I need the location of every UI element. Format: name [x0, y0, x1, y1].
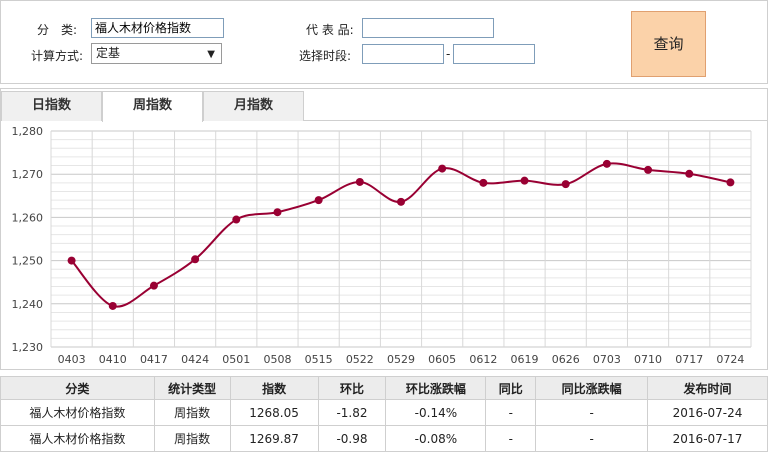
x-tick-label: 0417: [140, 353, 168, 366]
data-point: [232, 215, 241, 224]
cell-release-date: 2016-07-24: [647, 399, 768, 426]
cell-category: 福人木材价格指数: [0, 399, 155, 426]
cell-yoy: -: [485, 399, 537, 426]
data-point: [438, 164, 447, 173]
data-point: [314, 196, 323, 205]
calc-method-value: 定基: [96, 46, 121, 60]
query-button[interactable]: 查询: [631, 11, 706, 77]
table-row: 福人木材价格指数 周指数 1269.87 -0.98 -0.08% - - 20…: [0, 425, 768, 452]
cell-category: 福人木材价格指数: [0, 425, 155, 452]
cell-index: 1268.05: [229, 399, 319, 426]
index-line-chart: 1,230 1,240 1,250 1,260 1,270 1,280 0403 0410 04…: [12, 125, 752, 366]
data-point: [479, 178, 488, 187]
x-tick-label: 0626: [552, 353, 580, 366]
period-label: 选择时段:: [299, 49, 352, 63]
x-tick-label: 0710: [634, 353, 662, 366]
period-tabs: 日指数 周指数 月指数: [1, 89, 767, 122]
filter-panel: 分 类: 福人木材价格指数 计算方式: 定基 ▼ 代 表 品: 选择时段: - …: [0, 0, 768, 84]
data-point: [602, 159, 611, 168]
cell-mom: -0.98: [317, 425, 387, 452]
y-tick-label: 1,240: [12, 298, 44, 311]
header-index: 指数: [229, 376, 319, 400]
chevron-down-icon: ▼: [207, 49, 215, 60]
y-tick-label: 1,260: [12, 211, 44, 224]
x-tick-label: 0522: [346, 353, 374, 366]
period-end-input[interactable]: [453, 44, 535, 64]
cell-mom-pct: -0.08%: [385, 425, 487, 452]
x-tick-label: 0529: [387, 353, 415, 366]
index-table: 分类 统计类型 指数 环比 环比涨跌幅 同比 同比涨跌幅 发布时间 福人木材价格…: [0, 376, 768, 452]
cell-yoy-pct: -: [535, 399, 649, 426]
table-row: 福人木材价格指数 周指数 1268.05 -1.82 -0.14% - - 20…: [0, 399, 768, 426]
data-point: [520, 176, 529, 185]
x-tick-label: 0410: [99, 353, 127, 366]
y-tick-label: 1,280: [12, 125, 44, 138]
data-point: [149, 281, 158, 290]
cell-yoy-pct: -: [535, 425, 649, 452]
x-tick-label: 0605: [428, 353, 456, 366]
table-header-row: 分类 统计类型 指数 环比 环比涨跌幅 同比 同比涨跌幅 发布时间: [0, 376, 768, 400]
header-stat-type: 统计类型: [153, 376, 231, 400]
cell-stat-type: 周指数: [153, 425, 231, 452]
data-point: [67, 256, 76, 265]
cell-mom-pct: -0.14%: [385, 399, 487, 426]
x-tick-label: 0403: [58, 353, 86, 366]
cell-index: 1269.87: [229, 425, 319, 452]
category-label: 分 类:: [37, 23, 78, 37]
chart-panel: 日指数 周指数 月指数 1,230 1,240 1,250 1,260 1,270 1,2…: [0, 88, 768, 370]
header-category: 分类: [0, 376, 155, 400]
tab-weekly[interactable]: 周指数: [102, 91, 203, 122]
data-point: [191, 255, 200, 264]
product-label: 代 表 品:: [306, 23, 354, 37]
x-tick-label: 0501: [222, 353, 250, 366]
data-point: [726, 178, 735, 187]
data-point: [561, 180, 570, 189]
header-mom: 环比: [317, 376, 387, 400]
header-yoy: 同比: [485, 376, 537, 400]
x-tick-label: 0515: [305, 353, 333, 366]
x-tick-label: 0619: [511, 353, 539, 366]
x-tick-label: 0612: [469, 353, 497, 366]
cell-stat-type: 周指数: [153, 399, 231, 426]
period-start-input[interactable]: [362, 44, 444, 64]
x-tick-label: 0717: [675, 353, 703, 366]
y-tick-label: 1,230: [12, 341, 44, 354]
data-point: [108, 301, 117, 310]
data-point: [273, 208, 282, 217]
x-tick-label: 0424: [181, 353, 209, 366]
calc-method-select[interactable]: 定基 ▼: [91, 43, 222, 64]
header-mom-pct: 环比涨跌幅: [385, 376, 487, 400]
period-separator: -: [446, 47, 451, 61]
tab-monthly[interactable]: 月指数: [203, 91, 304, 121]
calc-method-label: 计算方式:: [31, 49, 84, 63]
category-input[interactable]: 福人木材价格指数: [91, 18, 224, 38]
x-tick-label: 0703: [593, 353, 621, 366]
cell-mom: -1.82: [317, 399, 387, 426]
header-yoy-pct: 同比涨跌幅: [535, 376, 649, 400]
header-release-date: 发布时间: [647, 376, 768, 400]
tab-daily[interactable]: 日指数: [1, 91, 102, 121]
data-point: [644, 165, 653, 174]
cell-yoy: -: [485, 425, 537, 452]
x-tick-label: 0508: [263, 353, 291, 366]
cell-release-date: 2016-07-17: [647, 425, 768, 452]
y-tick-label: 1,250: [12, 255, 44, 268]
product-input[interactable]: [362, 18, 494, 38]
x-tick-label: 0724: [716, 353, 744, 366]
data-point: [685, 169, 694, 178]
y-tick-label: 1,270: [12, 168, 44, 181]
data-point: [397, 197, 405, 206]
data-point: [355, 177, 364, 186]
